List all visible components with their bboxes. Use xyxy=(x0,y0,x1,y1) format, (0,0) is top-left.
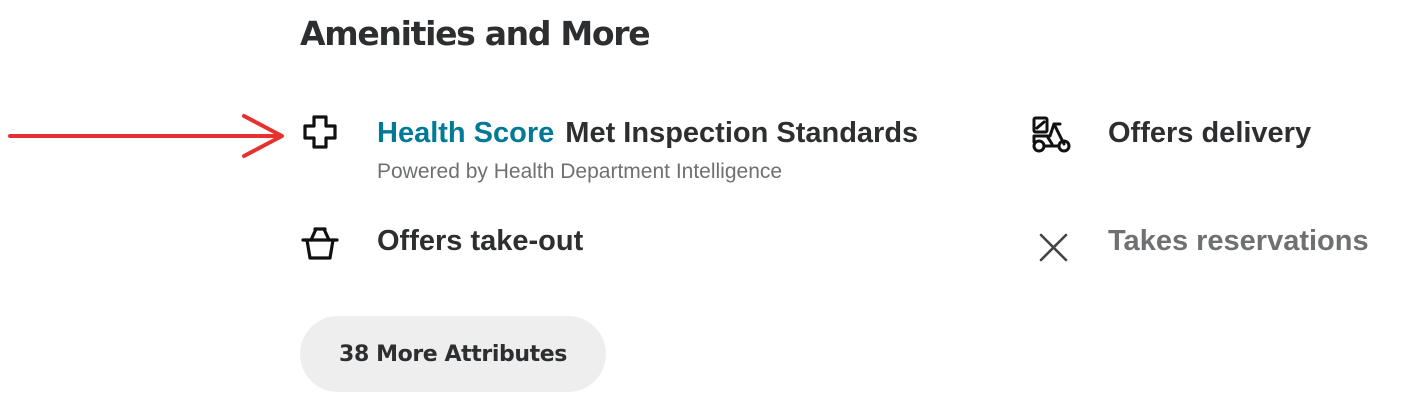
more-attributes-button[interactable]: 38 More Attributes xyxy=(300,316,606,392)
scooter-icon xyxy=(1030,114,1072,156)
health-score-status: Met Inspection Standards xyxy=(565,117,919,149)
section-title: Amenities and More xyxy=(300,14,651,53)
amenity-health-score: Health Score Met Inspection Standards Pow… xyxy=(300,114,990,194)
health-score-subtext: Powered by Health Department Intelligenc… xyxy=(377,160,783,183)
amenity-reservations: Takes reservations xyxy=(1030,222,1400,266)
takeout-label: Offers take-out xyxy=(377,225,584,257)
amenity-delivery: Offers delivery xyxy=(1030,114,1350,158)
arrow-icon xyxy=(8,114,284,158)
medical-cross-icon xyxy=(300,114,342,156)
amenities-section: Amenities and More Health Score Met Inspe… xyxy=(0,0,1403,408)
basket-icon xyxy=(300,222,342,264)
close-x-icon xyxy=(1030,222,1072,264)
delivery-label: Offers delivery xyxy=(1108,117,1312,149)
health-score-link[interactable]: Health Score xyxy=(377,117,554,149)
health-score-line: Health Score Met Inspection Standards xyxy=(377,117,918,150)
amenity-takeout: Offers take-out xyxy=(300,222,640,266)
reservations-label: Takes reservations xyxy=(1108,225,1369,257)
